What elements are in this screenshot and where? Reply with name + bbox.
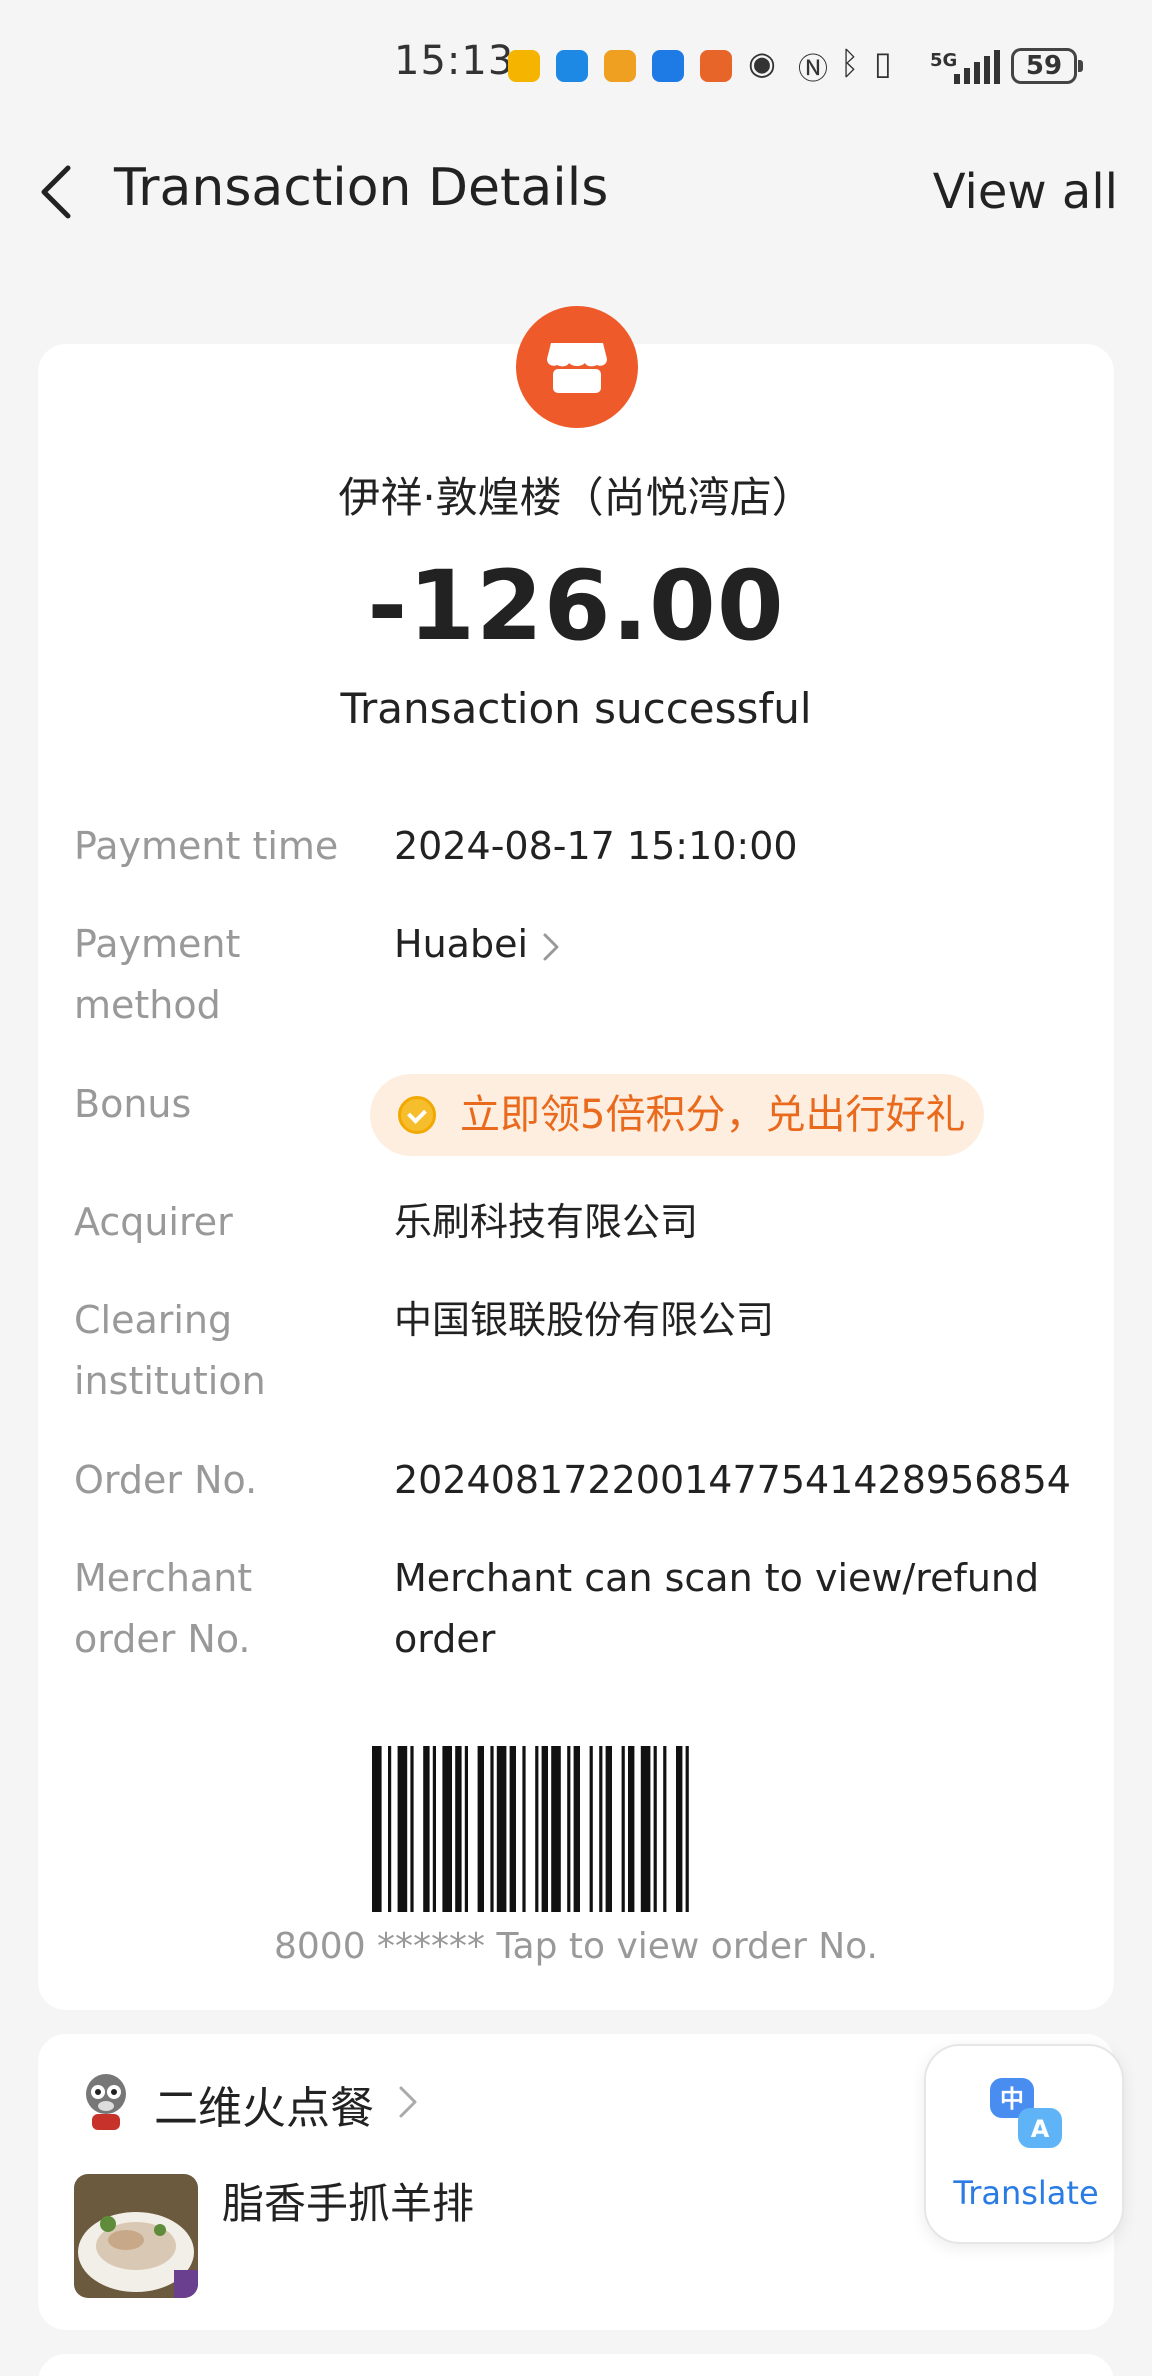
page-title: Transaction Details [114,158,609,218]
payment-time-value: 2024-08-17 15:10:00 [394,824,798,868]
chevron-right-icon [399,2086,417,2118]
clearing-institution-value: 中国银联股份有限公司 [394,1298,775,1342]
barcode-bar [676,1746,683,1912]
barcode-bar [628,1746,635,1912]
order-no-value: 2024081722001477541428956854 [394,1458,1071,1502]
eye-icon: ◉ [748,44,776,82]
translate-label: Translate [953,2174,1099,2212]
barcode-bar [477,1746,484,1912]
barcode-bar [640,1746,651,1912]
status-time: 15:13 [394,38,515,84]
transaction-status: Transaction successful [340,684,812,733]
barcode-bar [464,1746,468,1912]
svg-text:中: 中 [1000,2085,1024,2113]
barcode-bar [573,1746,580,1912]
barcode-bar [442,1746,452,1912]
barcode-bar [496,1746,507,1912]
payment-time-label: Payment time [74,824,339,868]
barcode-bar [509,1746,516,1912]
mascot-icon [86,2074,126,2130]
barcode-bar [605,1746,612,1912]
app-icon [652,50,684,82]
coin-icon [398,1096,436,1134]
acquirer-value: 乐刷科技有限公司 [394,1200,699,1244]
next-card [38,2354,1114,2376]
merchant-order-label: Merchant order No. [74,1556,253,1661]
weibo-icon [508,50,540,82]
bluetooth-icon: ᛒ [840,44,860,82]
barcode-bar [432,1746,436,1912]
payment-method-text: Huabei [394,922,529,966]
payment-method-value[interactable]: Huabei [394,914,1044,975]
app-icon [700,50,732,82]
signal-icon [954,50,1000,84]
order-barcode[interactable] [372,1746,780,1912]
dish-name: 脂香手抓羊排 [222,2179,475,2228]
bonus-label: Bonus [74,1082,192,1126]
barcode-bar [410,1746,414,1912]
bonus-promo-text: 立即领5倍积分，兑出行好礼 [460,1092,966,1138]
translate-button[interactable]: 中 A Translate [924,2044,1124,2244]
vibrate-icon: ▯ [874,44,892,82]
barcode-bar [653,1746,657,1912]
service-name[interactable]: 二维火点餐 [154,2072,374,2136]
barcode-bar [455,1746,462,1912]
store-icon [516,306,638,428]
barcode-bar [567,1746,571,1912]
barcode-bar [663,1746,667,1912]
transaction-amount: -126.00 [367,550,785,662]
merchant-order-value: Merchant can scan to view/refund order [394,1556,1040,1661]
payment-method-label: Payment method [74,922,241,1027]
barcode-caption[interactable]: 8000 ****** Tap to view order No. [0,1926,1152,1967]
barcode-bar [685,1746,689,1912]
barcode-bar [397,1746,408,1912]
app-icon [604,50,636,82]
barcode-bar [599,1746,603,1912]
barcode-bar [490,1746,494,1912]
merchant-name: 伊祥·敦煌楼（尚悦湾店） [338,473,814,522]
svg-text:A: A [1031,2115,1050,2143]
bonus-promo-button[interactable]: 立即领5倍积分，兑出行好礼 [370,1074,984,1156]
chevron-right-icon [543,933,559,960]
barcode-bar [589,1746,593,1912]
barcode-bar [541,1746,548,1912]
dish-image [74,2174,198,2298]
barcode-bar [551,1746,561,1912]
view-all-button[interactable]: View all [933,164,1118,220]
nfc-icon: Ⓝ [798,52,828,87]
barcode-bar [621,1746,625,1912]
battery-indicator: 59 [1011,48,1083,84]
translate-icon: 中 A [990,2078,1062,2148]
barcode-bar [423,1746,430,1912]
barcode-bar [388,1746,392,1912]
barcode-bar [535,1746,539,1912]
status-bar: 15:13 ◉ Ⓝ ᛒ ▯ 5G 59 [0,0,1152,136]
order-no-label: Order No. [74,1458,258,1502]
chat-icon [556,50,588,82]
clearing-institution-label: Clearing institution [74,1298,266,1403]
barcode-bar [522,1746,526,1912]
acquirer-label: Acquirer [74,1200,233,1244]
back-arrow-icon[interactable] [36,162,80,222]
barcode-bar [372,1746,382,1912]
